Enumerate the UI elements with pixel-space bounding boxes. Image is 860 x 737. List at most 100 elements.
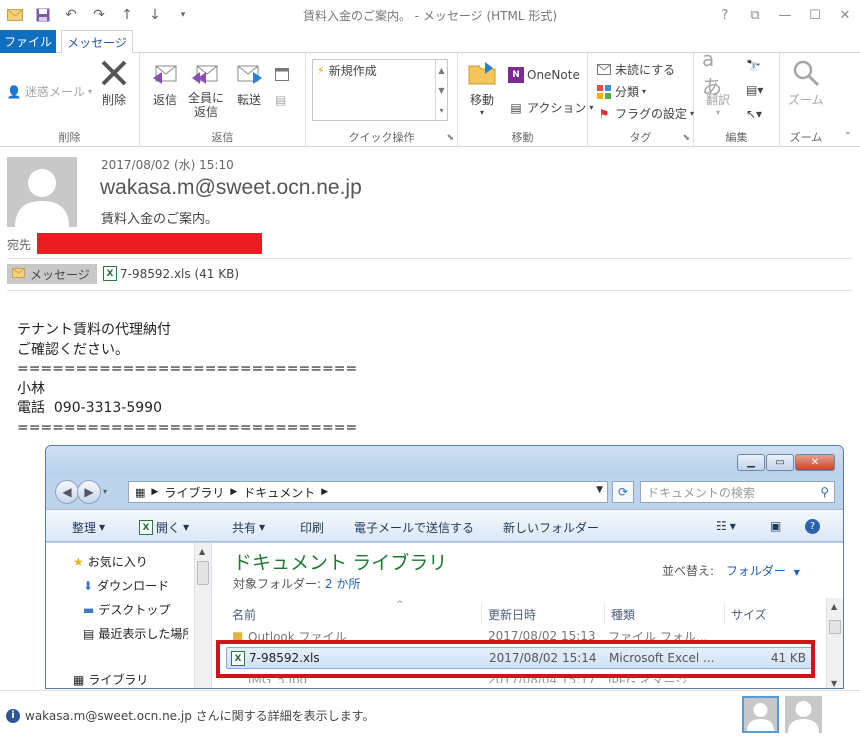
reply-label: 返信 bbox=[152, 93, 177, 107]
explorer-window-controls: ▁ ▭ ✕ bbox=[737, 454, 835, 471]
sender-avatar bbox=[7, 157, 77, 227]
more-respond-icon[interactable]: ▤ bbox=[275, 93, 291, 109]
reply-icon bbox=[149, 57, 181, 89]
find-icon[interactable]: 🔭 bbox=[746, 59, 761, 73]
organize-label: 整理 bbox=[72, 521, 97, 535]
red-highlight-box bbox=[216, 640, 815, 678]
expand-icon[interactable]: ▾ bbox=[439, 106, 443, 115]
dialog-launcher-icon[interactable]: ⬊ bbox=[446, 133, 454, 143]
library-subtitle: 対象フォルダー: 2 か所 bbox=[233, 575, 360, 592]
redacted-recipient bbox=[37, 233, 262, 254]
body-line: 電話 090-3313-5990 bbox=[17, 400, 162, 416]
scroll-down-icon[interactable]: ▼ bbox=[438, 86, 444, 95]
delete-button[interactable]: 削除 bbox=[98, 57, 130, 108]
preview-pane-icon: ▣ bbox=[770, 519, 782, 533]
library-title: ドキュメント ライブラリ bbox=[233, 553, 448, 574]
quick-steps-gallery[interactable]: ⚡ 新規作成 ▲ ▼ ▾ bbox=[312, 59, 448, 121]
junk-button[interactable]: 👤 迷惑メール ▾ bbox=[6, 83, 93, 100]
follow-up-label: フラグの設定 bbox=[615, 107, 688, 121]
translate-icon: aあ bbox=[702, 46, 722, 99]
dialog-launcher-icon[interactable]: ⬊ bbox=[682, 133, 690, 143]
target-label: 対象フォルダー: bbox=[233, 577, 322, 591]
quick-new-item[interactable]: ⚡ 新規作成 bbox=[317, 62, 377, 79]
onenote-icon: N bbox=[508, 67, 524, 83]
breadcrumb-item: ライブラリ bbox=[164, 485, 225, 500]
chevron-down-icon: ▼ bbox=[99, 523, 106, 532]
message-tab-label: メッセージ bbox=[30, 267, 90, 282]
group-tags-label: タグ bbox=[629, 131, 652, 144]
body-line: ============================= bbox=[17, 419, 358, 436]
print-button: 印刷 bbox=[300, 521, 325, 535]
meeting-icon[interactable] bbox=[275, 67, 291, 83]
group-editing: aあ 翻訳 ▾ 🔭 ▤▾ ↖▾ 編集 bbox=[694, 46, 780, 147]
delete-label: 削除 bbox=[101, 93, 126, 107]
breadcrumb-item: ドキュメント bbox=[243, 485, 316, 500]
close-icon[interactable]: ✕ bbox=[830, 0, 860, 30]
categorize-button[interactable]: 分類 ▾ bbox=[596, 83, 646, 100]
zoom-button[interactable]: ズーム bbox=[788, 57, 824, 108]
forward-label: 転送 bbox=[236, 93, 261, 107]
people-info[interactable]: i wakasa.m@sweet.ocn.ne.jp さんに関する詳細を表示しま… bbox=[6, 707, 374, 724]
arrange-label: 並べ替え: bbox=[662, 564, 715, 578]
to-label: 宛先 bbox=[7, 238, 32, 252]
related-icon[interactable]: ▤▾ bbox=[746, 83, 763, 97]
follow-up-button[interactable]: ⚑ フラグの設定 ▾ bbox=[596, 105, 694, 122]
back-icon: ◀ bbox=[55, 480, 79, 504]
translate-label: 翻訳 bbox=[705, 93, 730, 107]
junk-label: 迷惑メール bbox=[25, 85, 86, 99]
select-icon[interactable]: ↖▾ bbox=[746, 107, 762, 121]
tab-message[interactable]: メッセージ bbox=[61, 30, 133, 54]
info-icon: i bbox=[6, 708, 20, 723]
move-button[interactable]: 移動 ▾ bbox=[466, 57, 498, 117]
onenote-button[interactable]: N OneNote bbox=[508, 67, 580, 83]
minimize-icon[interactable]: — bbox=[770, 0, 800, 30]
mark-unread-button[interactable]: 未読にする bbox=[596, 61, 675, 78]
categorize-label: 分類 bbox=[615, 85, 640, 99]
nav-scrollbar: ▲ bbox=[194, 543, 211, 688]
scroll-thumb bbox=[829, 620, 841, 634]
people-avatar-active[interactable] bbox=[742, 696, 779, 733]
minimize-icon: ▁ bbox=[737, 454, 765, 471]
nav-label: 最近表示した場所 bbox=[98, 627, 189, 641]
nav-label: お気に入り bbox=[87, 555, 148, 569]
attachment-item[interactable]: X 7-98592.xls (41 KB) bbox=[103, 266, 239, 281]
scroll-thumb bbox=[197, 561, 209, 585]
sender-address[interactable]: wakasa.m@sweet.ocn.ne.jp bbox=[100, 176, 362, 200]
group-quick-label: クイック操作 bbox=[348, 131, 415, 144]
envelope-icon bbox=[12, 267, 25, 281]
nav-favorites: ★ お気に入り bbox=[73, 553, 148, 570]
open-button: X 開く ▼ bbox=[139, 519, 189, 536]
forward-button[interactable]: 転送 bbox=[233, 57, 265, 108]
divider bbox=[7, 258, 852, 259]
help-icon[interactable]: ? bbox=[710, 0, 740, 30]
star-icon: ★ bbox=[73, 554, 84, 569]
email-button: 電子メールで送信する bbox=[354, 521, 475, 535]
share-button: 共有 ▼ bbox=[232, 519, 265, 536]
explorer-search-box: ドキュメントの検索 ⚲ bbox=[640, 481, 835, 503]
actions-button[interactable]: ▤ アクション ▾ bbox=[508, 99, 593, 116]
body-line: ご確認ください。 bbox=[17, 341, 129, 358]
quick-steps-scroll[interactable]: ▲ ▼ ▾ bbox=[435, 60, 447, 120]
people-avatar[interactable] bbox=[785, 696, 822, 733]
reply-button[interactable]: 返信 bbox=[149, 57, 181, 108]
nav-recent: ▤ 最近表示した場所 bbox=[83, 625, 188, 642]
close-icon: ✕ bbox=[795, 454, 835, 471]
maximize-icon[interactable]: ☐ bbox=[800, 0, 830, 30]
reply-all-label-2: 返信 bbox=[194, 105, 219, 119]
chevron-down-icon: ▾ bbox=[715, 108, 720, 117]
open-label: 開く bbox=[156, 521, 181, 535]
arrange-by: 並べ替え: フォルダー ▼ bbox=[662, 562, 800, 579]
translate-button[interactable]: aあ 翻訳 ▾ bbox=[702, 46, 734, 118]
group-zoom-label: ズーム bbox=[789, 131, 823, 144]
column-header-type: 種類 bbox=[605, 603, 725, 625]
people-info-label: wakasa.m@sweet.ocn.ne.jp さんに関する詳細を表示します。 bbox=[25, 709, 375, 723]
collapse-ribbon-icon[interactable]: ⌃ bbox=[844, 131, 852, 142]
scroll-up-icon[interactable]: ▲ bbox=[438, 66, 444, 75]
scroll-up-icon: ▲ bbox=[199, 547, 206, 556]
tab-file[interactable]: ファイル bbox=[0, 30, 56, 53]
new-folder-button: 新しいフォルダー bbox=[503, 521, 600, 535]
reply-all-button[interactable]: 全員に 返信 bbox=[188, 57, 224, 119]
message-tab-button[interactable]: メッセージ bbox=[7, 264, 97, 284]
onenote-label: OneNote bbox=[527, 68, 580, 82]
restore-ribbon-icon[interactable]: ⧉ bbox=[740, 0, 770, 30]
